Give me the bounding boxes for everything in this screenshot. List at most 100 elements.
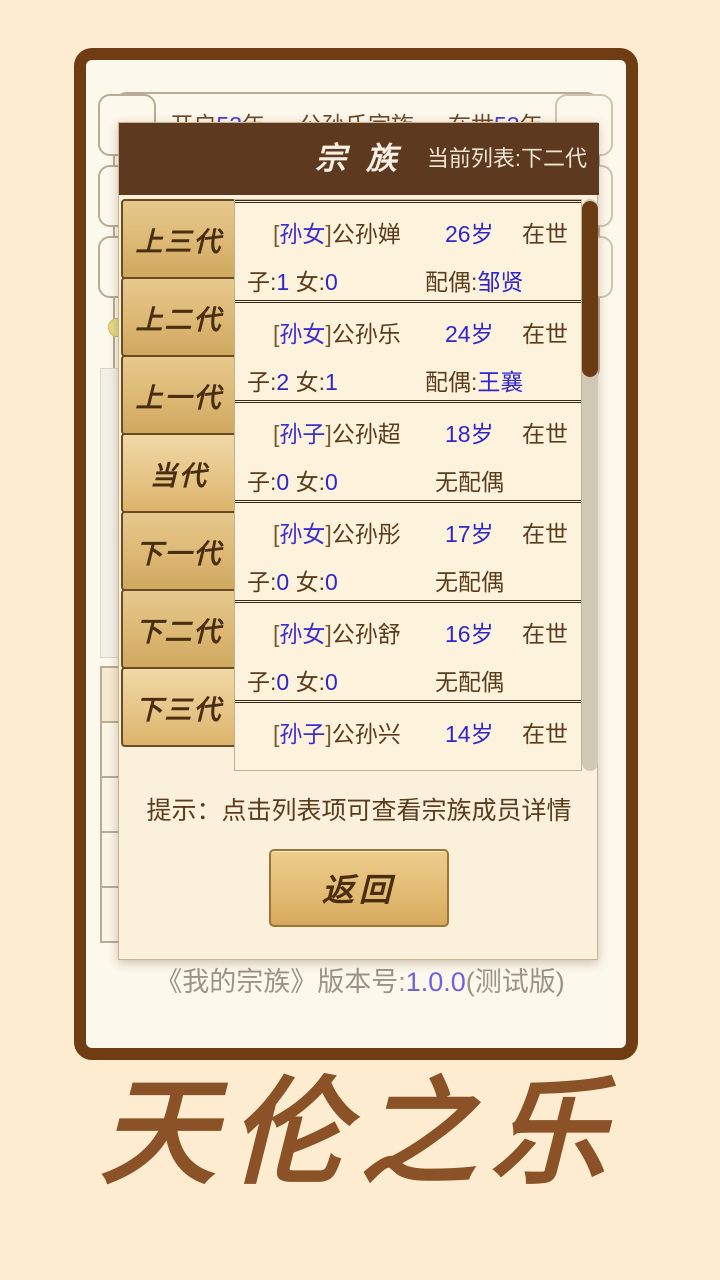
generation-tab-label: 上二代	[135, 304, 223, 335]
member-status: 在世	[522, 221, 568, 247]
member-sons-label: 子:	[247, 269, 277, 295]
member-fullname: 公孙兴	[331, 721, 401, 747]
generation-tab-label: 下二代	[135, 616, 223, 647]
dialog-header: 宗 族 当前列表:下二代	[119, 123, 599, 195]
member-children: 子:0 女:0	[247, 663, 338, 697]
member-relation: 孙子	[279, 721, 326, 747]
member-children: 子:0 女:0	[247, 463, 338, 497]
member-daughters-count: 0	[324, 669, 338, 695]
back-button[interactable]: 返回	[269, 849, 449, 927]
member-row[interactable]: [孙女]公孙乐 24岁 在世 子:2 女:1 配偶:王襄	[235, 300, 581, 400]
member-age: 18岁	[445, 415, 494, 449]
member-status: 在世	[522, 721, 568, 747]
generation-tab-rail: 上三代上二代上一代当代下一代下二代下三代	[121, 199, 237, 747]
member-daughters-count: 0	[324, 269, 338, 295]
version-prefix: 《我的宗族》版本号:	[155, 967, 406, 997]
generation-tab-6[interactable]: 下三代	[121, 667, 237, 747]
member-spouse: 无配偶	[435, 469, 504, 495]
member-relation: 孙女	[279, 521, 326, 547]
generation-tab-0[interactable]: 上三代	[121, 199, 237, 279]
member-sons-label: 子:	[247, 569, 277, 595]
member-name: [孙女]公孙舒	[273, 621, 401, 647]
generation-tab-1[interactable]: 上二代	[121, 277, 237, 357]
member-sons-count: 0	[276, 769, 289, 770]
member-list-scrollbar-track[interactable]	[582, 199, 598, 771]
member-daughters-label: 女:	[295, 669, 325, 695]
clan-dialog: 宗 族 当前列表:下二代 上三代上二代上一代当代下一代下二代下三代 [孙女]公孙…	[118, 122, 599, 960]
back-button-label: 返回	[321, 872, 396, 908]
member-row[interactable]: [孙女]公孙彤 17岁 在世 子:0 女:0 无配偶	[235, 500, 581, 600]
member-spouse-label: 配偶:	[425, 269, 478, 295]
member-age-unit: 岁	[470, 621, 494, 647]
member-age-unit: 岁	[470, 221, 494, 247]
member-daughters-label: 女:	[296, 769, 325, 770]
member-age-value: 14	[445, 721, 471, 747]
member-daughters-count: 0	[324, 469, 338, 495]
member-fullname: 公孙舒	[331, 621, 401, 647]
member-sons-label: 子:	[247, 669, 277, 695]
member-spouse: 无配偶	[435, 569, 504, 595]
member-relation: 孙女	[279, 221, 326, 247]
member-primary-line: [孙女]公孙婵 26岁 在世	[235, 217, 581, 247]
generation-tab-4[interactable]: 下一代	[121, 511, 237, 591]
member-secondary-line: 子:0 女:0无配偶	[235, 465, 581, 495]
member-fullname: 公孙婵	[331, 221, 401, 247]
generation-tab-2[interactable]: 上一代	[121, 355, 237, 435]
member-list: [孙女]公孙婵 26岁 在世 子:1 女:0 配偶:邹贤 [孙女]公孙乐 24岁 在世 子:2 …	[234, 199, 582, 771]
member-sons-count: 2	[276, 369, 290, 395]
member-spouse: 无配偶	[435, 763, 504, 770]
member-secondary-line: 子:0 女:0无配偶	[235, 565, 581, 595]
member-age-value: 24	[445, 321, 471, 347]
member-secondary-line: 子:2 女:1 配偶:王襄	[235, 365, 581, 395]
member-sons-count: 1	[276, 269, 290, 295]
member-age-value: 16	[445, 621, 471, 647]
member-daughters-label: 女:	[295, 269, 325, 295]
member-name: [孙女]公孙彤	[273, 521, 401, 547]
member-age: 16岁	[445, 615, 494, 649]
member-daughters-label: 女:	[295, 569, 325, 595]
member-spouse-name: 王襄	[477, 369, 524, 395]
member-spouse: 配偶:王襄	[425, 363, 523, 397]
generation-tab-3[interactable]: 当代	[121, 433, 237, 513]
member-relation: 孙子	[279, 421, 326, 447]
member-sons-count: 0	[276, 569, 290, 595]
dialog-hint: 提示：点击列表项可查看宗族成员详情	[146, 797, 572, 825]
member-sons-label: 子:	[247, 469, 277, 495]
member-status: 在世	[522, 421, 568, 447]
generation-tab-label: 当代	[150, 460, 208, 491]
member-status: 在世	[522, 521, 568, 547]
generation-tab-label: 下三代	[135, 694, 223, 725]
member-age-unit: 岁	[470, 521, 494, 547]
generation-tab-label: 上三代	[135, 226, 223, 257]
member-row[interactable]: [孙女]公孙舒 16岁 在世 子:0 女:0 无配偶	[235, 600, 581, 700]
member-children: 子:0 女:0	[247, 763, 338, 770]
member-name: [孙女]公孙婵	[273, 221, 401, 247]
member-secondary-line: 子:0 女:0无配偶	[235, 665, 581, 695]
member-spouse-name: 邹贤	[477, 269, 524, 295]
generation-tab-5[interactable]: 下二代	[121, 589, 237, 669]
member-secondary-line: 子:1 女:0 配偶:邹贤	[235, 265, 581, 295]
generation-tab-label: 上一代	[135, 382, 223, 413]
generation-tab-label: 下一代	[135, 538, 223, 569]
member-row[interactable]: [孙子]公孙超 18岁 在世 子:0 女:0 无配偶	[235, 400, 581, 500]
member-daughters-count: 0	[325, 769, 338, 770]
member-name: [孙子]公孙兴	[273, 721, 401, 747]
member-daughters-label: 女:	[295, 369, 325, 395]
member-relation: 孙女	[279, 621, 326, 647]
member-daughters-count: 0	[324, 569, 338, 595]
member-name: [孙女]公孙乐	[273, 321, 401, 347]
member-age: 26岁	[445, 215, 494, 249]
member-age: 24岁	[445, 315, 494, 349]
version-number: 1.0.0	[405, 967, 466, 997]
member-primary-line: [孙女]公孙彤 17岁 在世	[235, 517, 581, 547]
member-fullname: 公孙超	[331, 421, 401, 447]
member-age-unit: 岁	[470, 321, 494, 347]
member-spouse: 配偶:邹贤	[425, 263, 523, 297]
member-sons-count: 0	[276, 669, 290, 695]
member-daughters-label: 女:	[295, 469, 325, 495]
member-list-scrollbar-thumb[interactable]	[582, 201, 598, 377]
member-primary-line: [孙女]公孙舒 16岁 在世	[235, 617, 581, 647]
member-row[interactable]: [孙女]公孙婵 26岁 在世子:1 女:0 配偶:邹贤	[235, 200, 581, 300]
member-secondary-line: 子:0 女:0 无配偶	[235, 763, 581, 770]
member-row[interactable]: [孙子]公孙兴14岁在世子:0 女:0无配偶	[235, 700, 581, 770]
